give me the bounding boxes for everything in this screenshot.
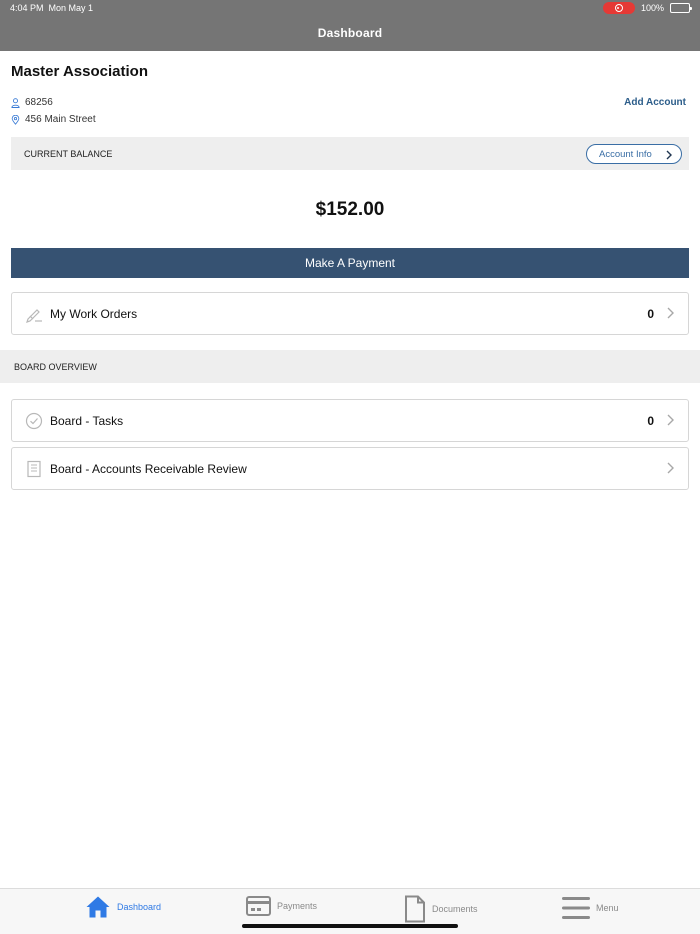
navigation-bar: 4:04 PM Mon May 1 100% Dashboard [0, 0, 700, 51]
chevron-right-icon [667, 307, 674, 319]
pencil-edit-icon [26, 309, 42, 323]
tab-menu-label: Menu [596, 903, 619, 913]
document-icon [405, 895, 425, 923]
chevron-right-icon [666, 150, 672, 160]
tab-dashboard[interactable]: Dashboard [85, 895, 161, 919]
hamburger-menu-icon [562, 897, 590, 919]
tab-dashboard-label: Dashboard [117, 902, 162, 912]
current-balance-label: CURRENT BALANCE [24, 149, 113, 159]
association-name: Master Association [11, 63, 148, 80]
address-row: 456 Main Street [11, 114, 96, 125]
board-ar-review-row[interactable]: Board - Accounts Receivable Review [11, 447, 689, 490]
account-info-label: Account Info [599, 148, 652, 160]
battery-percent: 100% [640, 3, 664, 13]
credit-card-icon [246, 896, 271, 916]
make-payment-button[interactable]: Make A Payment [11, 248, 689, 278]
status-indicators: 100% [602, 2, 692, 14]
work-orders-count: 0 [647, 307, 654, 321]
person-icon [11, 97, 20, 108]
tab-payments-label: Payments [277, 901, 318, 911]
board-tasks-row[interactable]: Board - Tasks 0 [11, 399, 689, 442]
tab-documents-label: Documents [432, 904, 478, 914]
work-orders-row[interactable]: My Work Orders 0 [11, 292, 689, 335]
battery-icon [670, 3, 692, 13]
account-id-row: 68256 [11, 97, 53, 108]
board-overview-label: BOARD OVERVIEW [14, 362, 97, 372]
work-orders-label: My Work Orders [50, 307, 138, 321]
check-circle-icon [25, 412, 43, 430]
account-id: 68256 [25, 97, 53, 108]
account-info-button[interactable]: Account Info [586, 144, 682, 164]
add-account-link[interactable]: Add Account [624, 97, 686, 108]
board-overview-header: BOARD OVERVIEW [0, 350, 700, 383]
board-ar-review-label: Board - Accounts Receivable Review [50, 462, 247, 476]
tab-documents[interactable]: Documents [404, 895, 478, 923]
current-balance-bar: CURRENT BALANCE Account Info [11, 137, 689, 170]
balance-amount: $152.00 [315, 199, 385, 220]
board-tasks-label: Board - Tasks [50, 414, 124, 428]
document-list-icon [27, 460, 41, 478]
address: 456 Main Street [25, 114, 96, 125]
tab-payments[interactable]: Payments [246, 895, 317, 917]
home-icon [86, 896, 110, 918]
chevron-right-icon [667, 414, 674, 426]
screen-recording-icon [602, 2, 635, 14]
tab-menu[interactable]: Menu [562, 895, 619, 921]
status-time: 4:04 PM Mon May 1 [10, 3, 94, 13]
location-pin-icon [11, 114, 20, 125]
chevron-right-icon [667, 462, 674, 474]
home-indicator [242, 924, 458, 928]
board-tasks-count: 0 [647, 414, 654, 428]
page-title: Dashboard [317, 26, 383, 40]
